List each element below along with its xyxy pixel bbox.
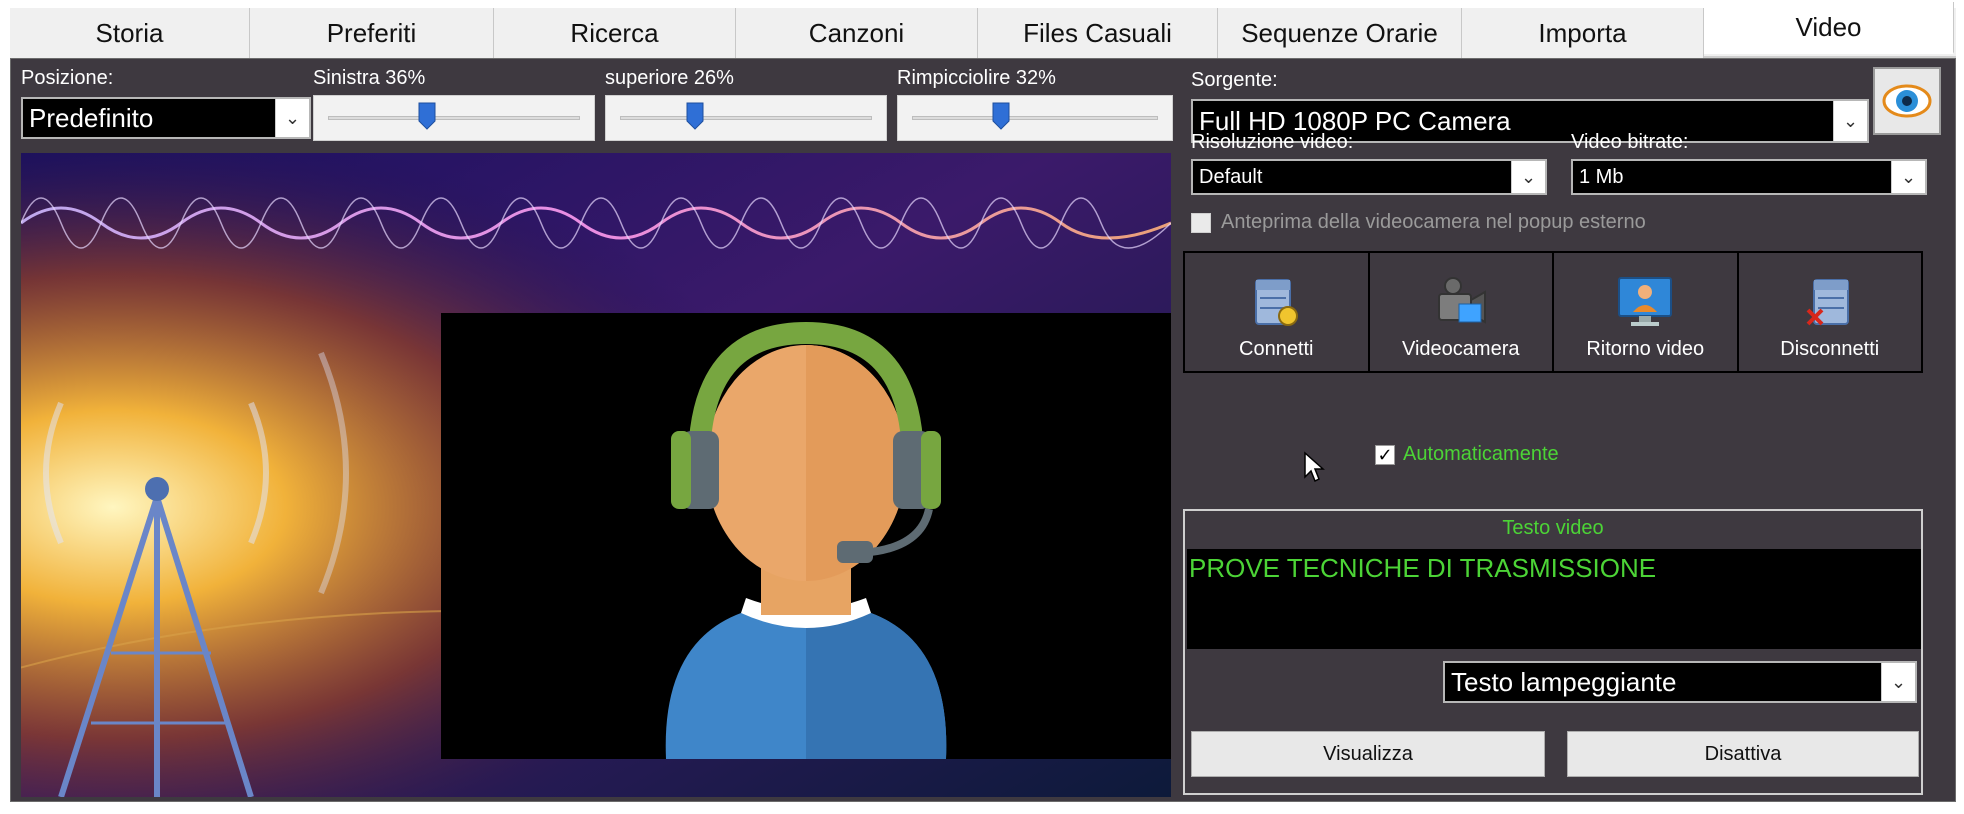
resolution-select[interactable]: Default ⌄ (1191, 159, 1547, 195)
tab-canzoni[interactable]: Canzoni (736, 8, 978, 58)
shrink-slider-label: Rimpicciolire 32% (897, 67, 1056, 89)
database-disconnect-icon (1806, 279, 1849, 326)
disconnect-label: Disconnetti (1780, 338, 1880, 360)
auto-checkbox[interactable]: ✓ (1375, 445, 1395, 465)
left-slider-label: Sinistra 36% (313, 67, 426, 89)
eye-icon (1882, 84, 1932, 118)
slider-track (620, 116, 872, 120)
monitor-user-icon (1618, 277, 1673, 326)
text-video-title: Testo video (1502, 517, 1604, 539)
slider-thumb[interactable] (418, 102, 436, 130)
connect-label: Connetti (1239, 338, 1314, 360)
position-value: Predefinito (29, 102, 154, 133)
camera-button[interactable]: Videocamera (1370, 253, 1554, 371)
camera-feed (441, 313, 1171, 759)
text-video-input[interactable]: PROVE TECNICHE DI TRASMISSIONE (1187, 549, 1921, 649)
left-slider[interactable] (313, 95, 595, 141)
video-camera-icon (1437, 277, 1486, 324)
text-video-group: Testo video PROVE TECNICHE DI TRASMISSIO… (1183, 509, 1923, 795)
connect-button[interactable]: Connetti (1185, 253, 1370, 371)
slider-thumb[interactable] (992, 102, 1010, 130)
top-slider[interactable] (605, 95, 887, 141)
chevron-down-icon: ⌄ (1881, 663, 1915, 701)
tab-storia[interactable]: Storia (10, 8, 250, 58)
chevron-down-icon: ⌄ (1891, 161, 1925, 193)
resolution-value: Default (1199, 165, 1263, 188)
bitrate-label: Video bitrate: (1571, 131, 1689, 153)
position-select[interactable]: Predefinito ⌄ (21, 97, 311, 139)
tab-files-casuali[interactable]: Files Casuali (978, 8, 1218, 58)
source-label: Sorgente: (1191, 69, 1278, 91)
top-slider-label: superiore 26% (605, 67, 734, 89)
video-preview (21, 153, 1171, 797)
chevron-down-icon: ⌄ (1833, 101, 1867, 141)
disconnect-button[interactable]: Disconnetti (1739, 253, 1922, 371)
tab-video[interactable]: Video (1704, 2, 1954, 54)
bitrate-select[interactable]: 1 Mb ⌄ (1571, 159, 1927, 195)
slider-track (328, 116, 580, 120)
eye-button[interactable] (1873, 67, 1941, 135)
return-video-label: Ritorno video (1586, 338, 1705, 360)
database-connect-icon (1255, 279, 1299, 326)
resolution-label: Risoluzione video: (1191, 131, 1354, 153)
preview-popup-checkbox[interactable] (1191, 213, 1211, 233)
tab-ricerca[interactable]: Ricerca (494, 8, 736, 58)
chevron-down-icon: ⌄ (1511, 161, 1545, 193)
tab-importa[interactable]: Importa (1462, 8, 1704, 58)
chevron-down-icon: ⌄ (275, 99, 309, 137)
return-video-button[interactable]: Ritorno video (1554, 253, 1739, 371)
camera-label: Videocamera (1402, 338, 1520, 360)
connection-buttons: Connetti Videocamera Ritorno video Disco… (1183, 251, 1923, 373)
tab-sequenze-orarie[interactable]: Sequenze Orarie (1218, 8, 1462, 58)
mouse-cursor-icon (1304, 451, 1325, 483)
slider-track (912, 116, 1158, 120)
avatar (665, 321, 947, 759)
text-mode-value: Testo lampeggiante (1451, 666, 1677, 697)
tab-bar: Storia Preferiti Ricerca Canzoni Files C… (10, 2, 1956, 58)
shrink-slider[interactable] (897, 95, 1173, 141)
video-panel: Posizione: Predefinito ⌄ Sinistra 36% su… (10, 58, 1956, 802)
disable-button[interactable]: Disattiva (1567, 731, 1919, 777)
slider-thumb[interactable] (686, 102, 704, 130)
tab-preferiti[interactable]: Preferiti (250, 8, 494, 58)
auto-label: Automaticamente (1403, 443, 1559, 465)
show-button[interactable]: Visualizza (1191, 731, 1545, 777)
text-mode-select[interactable]: Testo lampeggiante ⌄ (1443, 661, 1917, 703)
video-settings-window: Storia Preferiti Ricerca Canzoni Files C… (10, 0, 1958, 806)
position-label: Posizione: (21, 67, 114, 89)
preview-popup-label: Anteprima della videocamera nel popup es… (1221, 211, 1646, 233)
bitrate-value: 1 Mb (1579, 165, 1624, 188)
